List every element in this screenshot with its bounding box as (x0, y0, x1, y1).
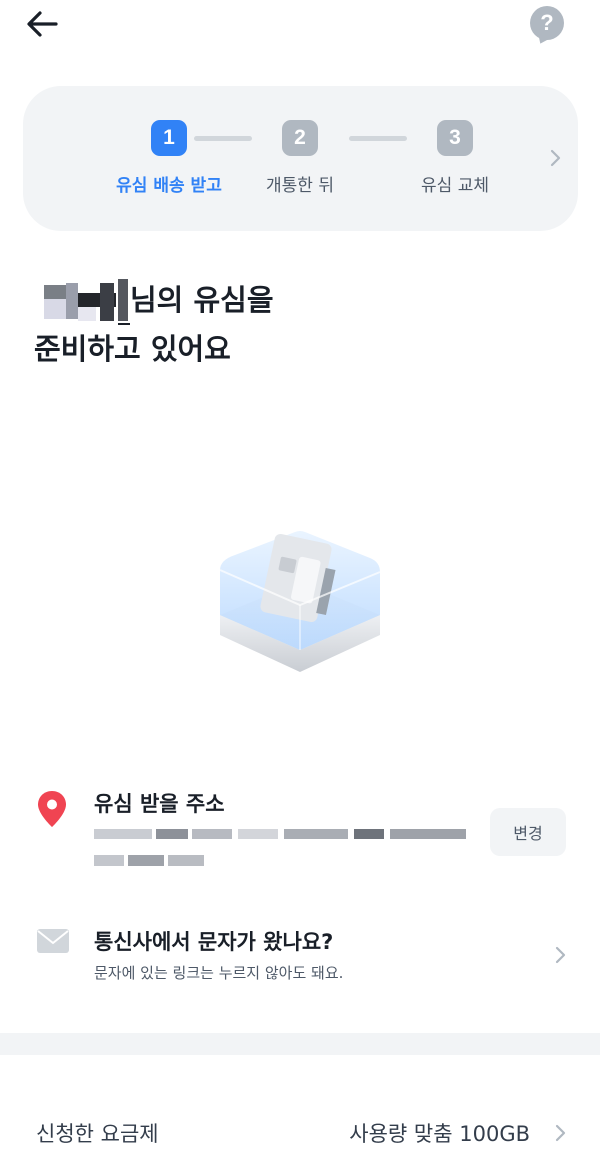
plan-label: 신청한 요금제 (36, 1122, 159, 1146)
mail-icon (37, 929, 69, 953)
step-2: 2 개통한 뒤 (230, 120, 370, 196)
redacted-address-line-1 (94, 829, 466, 839)
plan-value: 사용량 맞춤 100GB (349, 1122, 530, 1146)
step-1: 1 유심 배송 받고 (99, 120, 239, 196)
delivery-address-section: 유심 받을 주소 변경 (0, 786, 600, 896)
step-number: 3 (437, 120, 473, 156)
sms-subtitle: 문자에 있는 링크는 누르지 않아도 돼요. (94, 964, 344, 982)
title-line-2: 준비하고 있어요 (34, 332, 231, 366)
top-bar: ? (0, 0, 600, 50)
progress-stepper[interactable]: 1 유심 배송 받고 2 개통한 뒤 3 유심 교체 (23, 86, 578, 231)
carrier-sms-row[interactable]: 통신사에서 문자가 왔나요? 문자에 있는 링크는 누르지 않아도 돼요. (0, 916, 600, 996)
location-pin-icon (38, 791, 66, 827)
redacted-address-line-2 (94, 855, 204, 866)
address-title: 유심 받을 주소 (94, 792, 225, 816)
chevron-right-icon (555, 1124, 566, 1142)
redacted-user-name (44, 279, 130, 325)
step-label: 개통한 뒤 (266, 176, 334, 196)
step-number: 2 (282, 120, 318, 156)
step-3: 3 유심 교체 (385, 120, 525, 196)
arrow-left-icon (27, 11, 58, 37)
step-label: 유심 배송 받고 (116, 176, 222, 196)
step-number: 1 (151, 120, 187, 156)
plan-row[interactable]: 신청한 요금제 사용량 맞춤 100GB (0, 1110, 600, 1156)
title-suffix: 님의 유심을 (130, 283, 274, 317)
title-line-1: 님의 유심을 (34, 276, 274, 325)
section-divider (0, 1033, 600, 1055)
help-icon[interactable]: ? (530, 6, 564, 40)
sms-title: 통신사에서 문자가 왔나요? (94, 930, 334, 954)
chevron-right-icon[interactable] (543, 146, 567, 170)
chevron-right-icon (555, 946, 566, 964)
change-address-button[interactable]: 변경 (490, 808, 566, 856)
step-label: 유심 교체 (421, 176, 489, 196)
page-title: 님의 유심을 준비하고 있어요 (34, 276, 274, 373)
back-button[interactable] (22, 6, 62, 42)
sim-box-illustration (219, 531, 381, 672)
